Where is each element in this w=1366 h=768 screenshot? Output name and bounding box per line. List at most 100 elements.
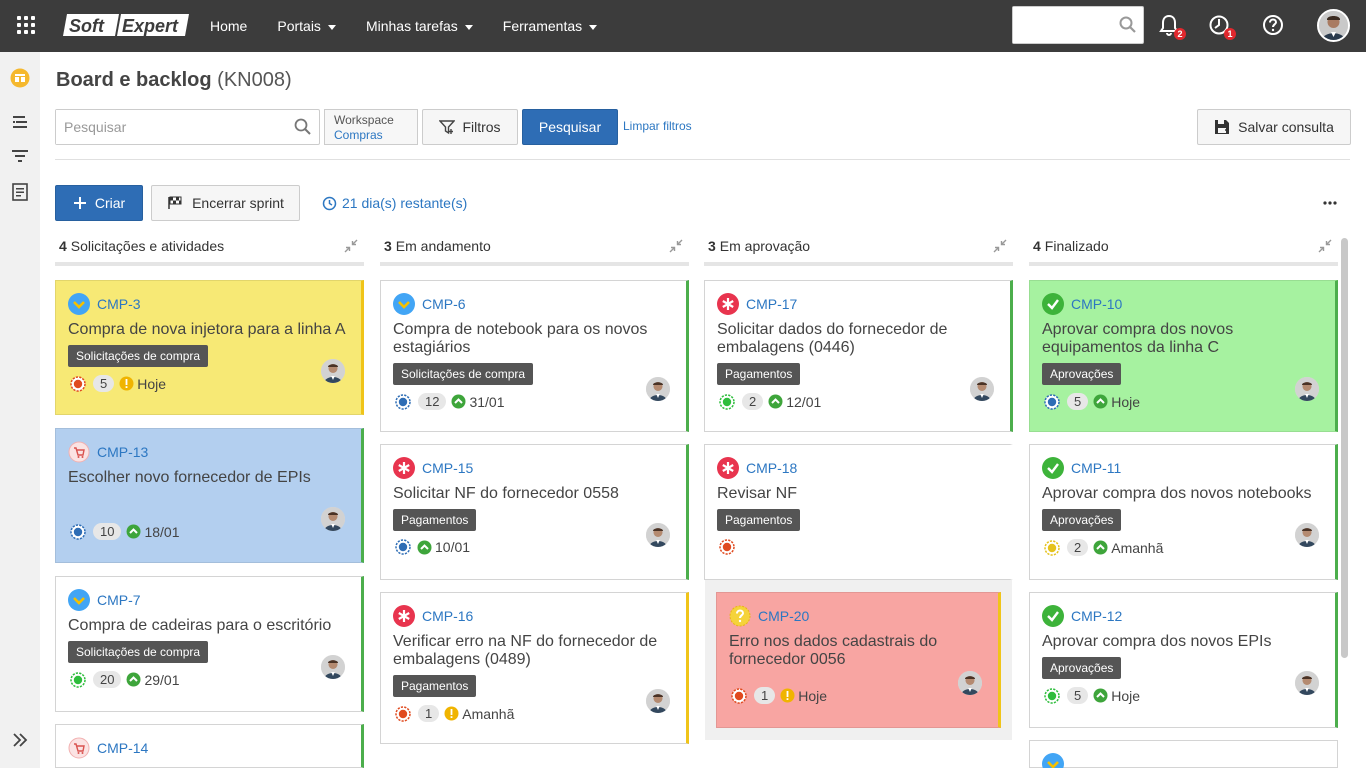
- kanban-card[interactable]: CMP-11 Aprovar compra dos novos notebooks…: [1029, 444, 1338, 580]
- assignee-avatar[interactable]: [646, 689, 670, 713]
- due-ok-icon: [451, 394, 469, 409]
- more-options-icon[interactable]: [1322, 200, 1338, 206]
- left-sidebar: [0, 52, 40, 768]
- due-date: 10/01: [435, 539, 471, 555]
- card-id[interactable]: CMP-14: [68, 737, 148, 759]
- card-meta: 1 Hoje: [731, 687, 827, 704]
- list-icon[interactable]: [10, 112, 30, 132]
- card-id[interactable]: CMP-17: [717, 293, 797, 315]
- assignee-avatar[interactable]: [1295, 523, 1319, 547]
- card-id[interactable]: CMP-20: [729, 605, 809, 627]
- global-search: [1012, 6, 1144, 44]
- apps-grid-icon[interactable]: [17, 16, 35, 34]
- assignee-avatar[interactable]: [321, 507, 345, 531]
- collapse-column-icon[interactable]: [669, 239, 683, 256]
- card-id-text: CMP-16: [422, 608, 474, 624]
- nav-portais[interactable]: Portais: [277, 18, 336, 34]
- notifications-button[interactable]: 2: [1158, 14, 1186, 40]
- kanban-card[interactable]: CMP-13 Escolher novo fornecedor de EPIs 10…: [55, 428, 364, 563]
- help-button[interactable]: [1262, 14, 1284, 36]
- kanban-card[interactable]: CMP-12 Aprovar compra dos novos EPIs Aprov…: [1029, 592, 1338, 728]
- card-id[interactable]: CMP-13: [68, 441, 148, 463]
- column-count: 4: [1033, 238, 1041, 254]
- card-id[interactable]: CMP-7: [68, 589, 141, 611]
- kanban-card[interactable]: CMP-15 Solicitar NF do fornecedor 0558 Pag…: [380, 444, 689, 580]
- kanban-card[interactable]: CMP-3 Compra de nova injetora para a linh…: [55, 280, 364, 415]
- card-id-text: CMP-17: [746, 296, 798, 312]
- due-date: Hoje: [798, 687, 828, 704]
- kanban-card[interactable]: CMP-7 Compra de cadeiras para o escritóri…: [55, 576, 364, 712]
- user-avatar[interactable]: [1317, 9, 1350, 42]
- column-title: Finalizado: [1044, 238, 1109, 254]
- story-icon: [68, 293, 90, 315]
- softexpert-logo[interactable]: Soft Expert: [63, 11, 189, 39]
- card-id[interactable]: CMP-11: [1042, 457, 1121, 479]
- global-search-input[interactable]: [1013, 7, 1113, 43]
- expand-sidebar-icon[interactable]: [10, 730, 30, 750]
- kanban-card[interactable]: CMP-16 Verificar erro na NF do fornecedor…: [380, 592, 689, 744]
- assignee-avatar[interactable]: [321, 359, 345, 383]
- bug-icon: [717, 293, 739, 315]
- filter-lines-icon[interactable]: [10, 146, 30, 166]
- card-id[interactable]: CMP-16: [393, 605, 473, 627]
- cart-icon: [68, 737, 90, 759]
- due-warning-icon: [780, 688, 798, 703]
- card-title: Escolher novo fornecedor de EPIs: [68, 469, 311, 486]
- search-button[interactable]: Pesquisar: [522, 109, 618, 145]
- card-id[interactable]: CMP-12: [1042, 605, 1122, 627]
- kanban-card[interactable]: CMP-6 Compra de notebook para os novos es…: [380, 280, 689, 432]
- help-icon: [1263, 15, 1283, 35]
- collapse-column-icon[interactable]: [993, 239, 1007, 256]
- card-id-text: CMP-11: [1071, 460, 1122, 476]
- kanban-card[interactable]: CMP-10 Aprovar compra dos novos equipamen…: [1029, 280, 1338, 432]
- kanban-card[interactable]: CMP-14: [55, 724, 364, 768]
- clear-filters-link[interactable]: Limpar filtros: [623, 119, 692, 133]
- card-id[interactable]: CMP-10: [1042, 293, 1122, 315]
- tasks-button[interactable]: 1: [1208, 14, 1236, 40]
- priority-icon: [719, 539, 735, 555]
- board-app-icon[interactable]: [10, 68, 30, 88]
- save-query-button[interactable]: Salvar consulta: [1197, 109, 1351, 145]
- card-id[interactable]: CMP-15: [393, 457, 473, 479]
- priority-icon: [395, 539, 411, 555]
- priority-icon: [70, 671, 86, 688]
- board-scrollbar[interactable]: [1341, 238, 1348, 658]
- card-meta: 5 Hoje: [1044, 687, 1140, 704]
- kanban-card[interactable]: CMP-20 Erro nos dados cadastrais do forne…: [716, 592, 1001, 728]
- workspace-selector[interactable]: Workspace Compras: [324, 109, 418, 145]
- due-ok-icon: [126, 524, 144, 539]
- card-id[interactable]: CMP-3: [68, 293, 141, 315]
- document-icon[interactable]: [10, 182, 30, 202]
- card-meta: 2 Amanhã: [1044, 539, 1163, 556]
- column-count: 3: [384, 238, 392, 254]
- kanban-card[interactable]: CMP-18 Revisar NF Pagamentos: [704, 444, 1013, 580]
- filters-button[interactable]: Filtros: [422, 109, 518, 145]
- story-points: 5: [1067, 687, 1089, 704]
- nav-home[interactable]: Home: [210, 18, 247, 34]
- card-category-tag: Solicitações de compra: [68, 641, 209, 663]
- assignee-avatar[interactable]: [958, 671, 982, 695]
- collapse-column-icon[interactable]: [1318, 239, 1332, 256]
- due-date: 12/01: [786, 393, 822, 410]
- card-id[interactable]: CMP-18: [717, 457, 797, 479]
- assignee-avatar[interactable]: [646, 523, 670, 547]
- collapse-column-icon[interactable]: [344, 239, 358, 256]
- card-title: Solicitar NF do fornecedor 0558: [393, 485, 619, 502]
- create-button[interactable]: Criar: [55, 185, 143, 221]
- search-icon[interactable]: [1119, 16, 1137, 34]
- assignee-avatar[interactable]: [970, 377, 994, 401]
- tasks-badge: 1: [1224, 28, 1236, 40]
- card-id[interactable]: CMP-6: [393, 293, 466, 315]
- assignee-avatar[interactable]: [646, 377, 670, 401]
- assignee-avatar[interactable]: [1295, 377, 1319, 401]
- card-category-tag: Pagamentos: [717, 363, 801, 385]
- nav-ferramentas[interactable]: Ferramentas: [503, 18, 598, 34]
- nav-minhas-tarefas[interactable]: Minhas tarefas: [366, 18, 473, 34]
- kanban-card[interactable]: [1029, 740, 1338, 768]
- assignee-avatar[interactable]: [1295, 671, 1319, 695]
- kanban-card[interactable]: CMP-17 Solicitar dados do fornecedor de e…: [704, 280, 1013, 432]
- assignee-avatar[interactable]: [321, 655, 345, 679]
- end-sprint-button[interactable]: Encerrar sprint: [151, 185, 300, 221]
- filter-search-input[interactable]: [56, 110, 286, 144]
- search-icon[interactable]: [294, 118, 312, 136]
